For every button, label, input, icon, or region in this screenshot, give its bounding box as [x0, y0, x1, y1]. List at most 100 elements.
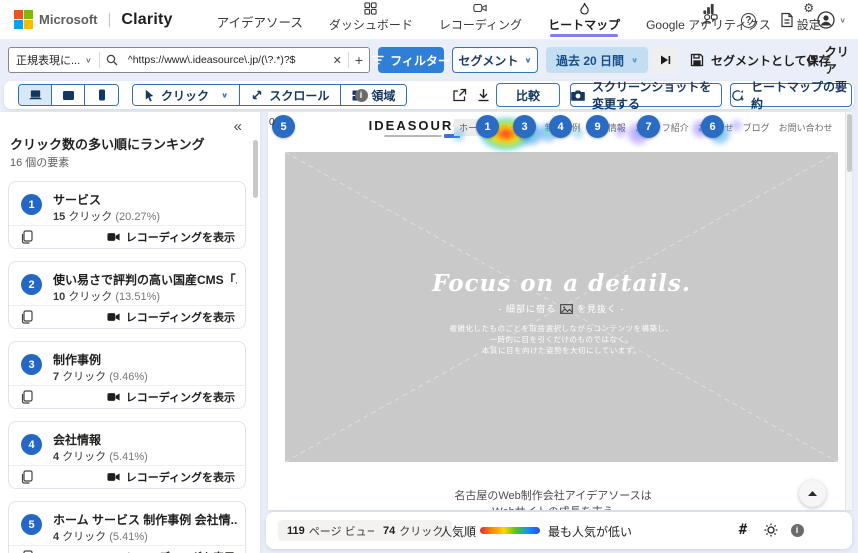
hero-subtitle: - 細部に宿る を見抜く - — [285, 302, 838, 315]
chevron-down-icon: ∨ — [85, 56, 92, 65]
date-range-dropdown[interactable]: 過去 20 日間 ∨ — [546, 47, 648, 73]
caret-up-icon — [807, 490, 818, 497]
release-notes-icon[interactable] — [778, 11, 796, 29]
segment-button[interactable]: セグメント ∨ — [452, 47, 538, 73]
hero-title: Focus on a details. — [285, 270, 838, 297]
legend-high-label: 人気順 — [440, 523, 476, 540]
ranking-card-2[interactable]: 2 使い易さで評判の高い国産CMS「... 10 クリック (13.51%) レ… — [8, 261, 246, 329]
add-filter-icon[interactable]: + — [349, 52, 369, 68]
clear-url-icon[interactable]: ✕ — [327, 54, 348, 67]
site-nav-item: ブログ — [743, 121, 770, 136]
view-recordings-link[interactable]: レコーディングを表示 — [107, 469, 235, 485]
hero-paragraph: 複雑化したものごとを取捨選択しながらコンテンツを構築し、 一時的に目を引くだけの… — [285, 323, 838, 356]
sidebar-scrollbar[interactable] — [253, 140, 258, 198]
save-icon — [690, 53, 704, 67]
download-icon[interactable] — [474, 86, 492, 104]
mode-scroll-button[interactable]: スクロール — [240, 85, 341, 105]
heatmap-summary-button[interactable]: ヒートマップの要約 — [730, 83, 852, 107]
rank-badge: 1 — [21, 194, 42, 215]
feedback-icon[interactable] — [700, 11, 718, 29]
view-recordings-link[interactable]: レコーディングを表示 — [107, 549, 235, 553]
rank-marker[interactable]: 9 — [586, 115, 609, 138]
site-tagline — [378, 134, 466, 138]
legend-gradient — [480, 527, 540, 534]
rank-marker[interactable]: 7 — [637, 115, 660, 138]
url-filter-group: 正規表現に... ∨ ✕ + — [8, 47, 370, 73]
click-count: 7 クリック (9.46%) — [53, 368, 148, 384]
heatmap-scrollbar[interactable] — [845, 112, 852, 510]
ranking-card-5[interactable]: 5 ホーム サービス 制作事例 会社情... 4 クリック (5.41%) レコ… — [8, 501, 246, 553]
video-camera-icon — [473, 2, 487, 15]
rank-marker[interactable]: 6 — [701, 115, 724, 138]
sidebar-subtitle: 16 個の要素 — [10, 154, 69, 170]
clarity-wordmark: Clarity — [121, 11, 172, 29]
heatmap-toolbar: クリック ∨ スクロール 領域 i 比較 スクリーン — [4, 81, 854, 109]
brand[interactable]: Microsoft | Clarity — [14, 10, 173, 29]
copy-icon[interactable] — [21, 470, 33, 484]
copy-icon[interactable] — [21, 390, 33, 404]
nav-dashboard[interactable]: ダッシュボード — [329, 2, 413, 37]
tablet-icon — [62, 90, 75, 101]
video-camera-icon — [107, 232, 120, 242]
element-title: 制作事例 — [53, 351, 237, 368]
device-desktop-button[interactable] — [19, 85, 52, 105]
brightness-icon — [764, 523, 778, 537]
click-count: 4 クリック (5.41%) — [53, 448, 148, 464]
view-recordings-link[interactable]: レコーディングを表示 — [107, 389, 235, 405]
navbar-right: ? ∨ — [700, 0, 846, 40]
heatmap-viewport[interactable]: 0 IDEASOURCE ホーム サービス 制作事例 会社情報 スタッフ紹介 お… — [268, 112, 852, 510]
match-type-dropdown[interactable]: 正規表現に... ∨ — [9, 52, 99, 68]
flame-icon — [579, 2, 590, 15]
play-date-range-button[interactable] — [652, 47, 678, 73]
help-icon[interactable]: ? — [739, 11, 757, 29]
copy-icon[interactable] — [21, 310, 33, 324]
account-menu[interactable]: ∨ — [817, 11, 846, 29]
rank-marker[interactable]: 3 — [513, 115, 536, 138]
play-icon — [659, 54, 671, 66]
mode-click-dropdown[interactable]: クリック ∨ — [133, 85, 240, 105]
nav-heatmaps[interactable]: ヒートマップ — [548, 2, 620, 37]
hero-text: Focus on a details. - 細部に宿る を見抜く - 複雑化した… — [285, 270, 838, 356]
heatmap-opacity-icon[interactable] — [762, 521, 780, 539]
ranking-card-3[interactable]: 3 制作事例 7 クリック (9.46%) レコーディングを表示 — [8, 341, 246, 409]
share-icon[interactable] — [450, 86, 468, 104]
filter-button[interactable]: フィルター — [378, 47, 444, 73]
funnel-icon — [372, 55, 384, 65]
change-screenshot-button[interactable]: スクリーンショットを変更する — [570, 83, 722, 107]
ranking-card-1[interactable]: 1 サービス 15 クリック (20.27%) レコーディングを表示 — [8, 181, 246, 249]
nav-recordings[interactable]: レコーディング — [439, 2, 522, 37]
rank-marker[interactable]: 5 — [272, 115, 295, 138]
ranking-card-4[interactable]: 4 会社情報 4 クリック (5.41%) レコーディングを表示 — [8, 421, 246, 489]
device-mobile-button[interactable] — [85, 85, 118, 105]
collapse-sidebar-icon[interactable]: « — [234, 118, 242, 135]
avatar-icon — [817, 11, 835, 29]
site-footer-text: 名古屋のWeb制作会社アイデアソースは Webサイトの成長を支え — [268, 488, 838, 510]
broken-image-icon — [560, 304, 573, 314]
compare-button[interactable]: 比較 — [496, 83, 560, 107]
chevron-down-icon: ∨ — [631, 56, 638, 65]
click-numbers-toggle-icon[interactable]: # — [734, 521, 752, 539]
microsoft-logo-icon — [14, 10, 33, 29]
element-title: サービス — [53, 191, 237, 208]
chevron-down-icon: ∨ — [221, 91, 228, 100]
device-tablet-button[interactable] — [52, 85, 85, 105]
view-recordings-link[interactable]: レコーディングを表示 — [107, 309, 235, 325]
rank-badge: 2 — [21, 274, 42, 295]
project-selector[interactable]: アイデアソース — [217, 12, 303, 37]
hero-image-placeholder: Focus on a details. - 細部に宿る を見抜く - 複雑化した… — [285, 152, 838, 462]
element-title: ホーム サービス 制作事例 会社情... — [53, 511, 237, 528]
click-count: 15 クリック (20.27%) — [53, 208, 160, 224]
sparkle-refresh-icon — [731, 89, 744, 102]
mode-info-icon[interactable]: i — [352, 86, 370, 104]
legend-info-icon[interactable]: i — [788, 521, 806, 539]
copy-icon[interactable] — [21, 230, 33, 244]
rank-marker[interactable]: 4 — [549, 115, 572, 138]
scroll-arrows-icon — [251, 89, 263, 101]
rank-marker[interactable]: 1 — [476, 115, 499, 138]
scroll-to-top-button[interactable] — [799, 480, 826, 507]
url-input[interactable] — [128, 54, 327, 66]
brand-divider: | — [108, 11, 112, 28]
clear-filters-button[interactable]: ↺ クリア — [806, 47, 858, 73]
heatmap-status-bar: 119ページ ビュー 74クリック 人気順 最も人気が低い # i — [266, 512, 852, 549]
view-recordings-link[interactable]: レコーディングを表示 — [107, 229, 235, 245]
